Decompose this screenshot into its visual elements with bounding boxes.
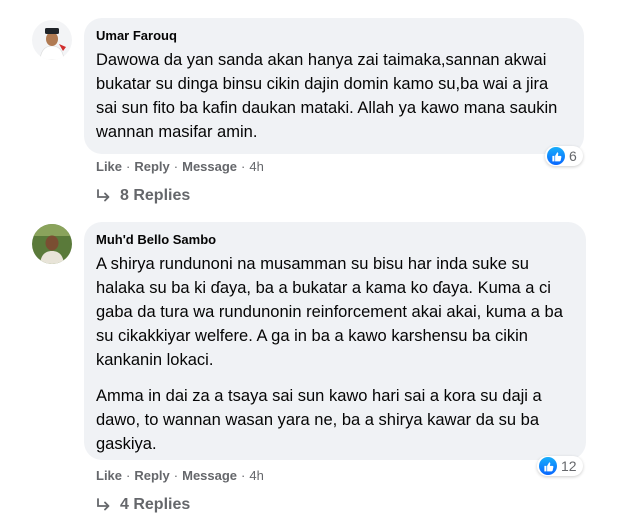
comment-paragraph: A shirya rundunoni na musamman su bisu h…: [96, 255, 563, 369]
reaction-count: 12: [561, 458, 577, 474]
separator-dot: ·: [241, 468, 246, 483]
separator-dot: ·: [126, 159, 131, 174]
comment-actions: Like · Reply · Message · 4h: [96, 159, 264, 175]
comment-actions: Like · Reply · Message · 4h: [96, 468, 264, 484]
timestamp[interactable]: 4h: [249, 468, 263, 483]
timestamp[interactable]: 4h: [249, 159, 263, 174]
reaction-count: 6: [569, 148, 577, 164]
view-replies-button[interactable]: 8 Replies: [96, 187, 190, 205]
like-link[interactable]: Like: [96, 159, 122, 174]
view-replies-button[interactable]: 4 Replies: [96, 496, 190, 514]
reaction-summary[interactable]: 12: [537, 456, 583, 476]
replies-label[interactable]: 4 Replies: [120, 496, 190, 514]
comment-text: Dawowa da yan sanda akan hanya zai taima…: [96, 48, 572, 144]
separator-dot: ·: [126, 468, 131, 483]
like-link[interactable]: Like: [96, 468, 122, 483]
reaction-summary[interactable]: 6: [545, 146, 583, 166]
thumbs-up-icon: [547, 147, 565, 165]
replies-label[interactable]: 8 Replies: [120, 187, 190, 205]
message-link[interactable]: Message: [182, 159, 237, 174]
comment-author[interactable]: Muh'd Bello Sambo: [96, 232, 574, 248]
comment-text: A shirya rundunoni na musamman su bisu h…: [96, 252, 574, 456]
previous-comment-fragment: [88, 0, 568, 2]
separator-dot: ·: [173, 468, 179, 483]
comment-paragraph: Amma in dai za a tsaya sai sun kawo hari…: [96, 387, 542, 453]
separator-dot: ·: [241, 159, 246, 174]
comment-bubble: Umar Farouq Dawowa da yan sanda akan han…: [84, 18, 584, 154]
reply-link[interactable]: Reply: [134, 468, 169, 483]
comment-paragraph: Dawowa da yan sanda akan hanya zai taima…: [96, 51, 558, 141]
avatar-image: [32, 224, 72, 264]
comment-bubble: Muh'd Bello Sambo A shirya rundunoni na …: [84, 222, 586, 460]
reply-arrow-icon: [96, 189, 112, 203]
comment-author[interactable]: Umar Farouq: [96, 28, 572, 44]
reply-arrow-icon: [96, 498, 112, 512]
avatar-image: [32, 20, 72, 60]
avatar[interactable]: [32, 20, 72, 60]
avatar[interactable]: [32, 224, 72, 264]
reply-link[interactable]: Reply: [134, 159, 169, 174]
separator-dot: ·: [173, 159, 179, 174]
message-link[interactable]: Message: [182, 468, 237, 483]
thumbs-up-icon: [539, 457, 557, 475]
